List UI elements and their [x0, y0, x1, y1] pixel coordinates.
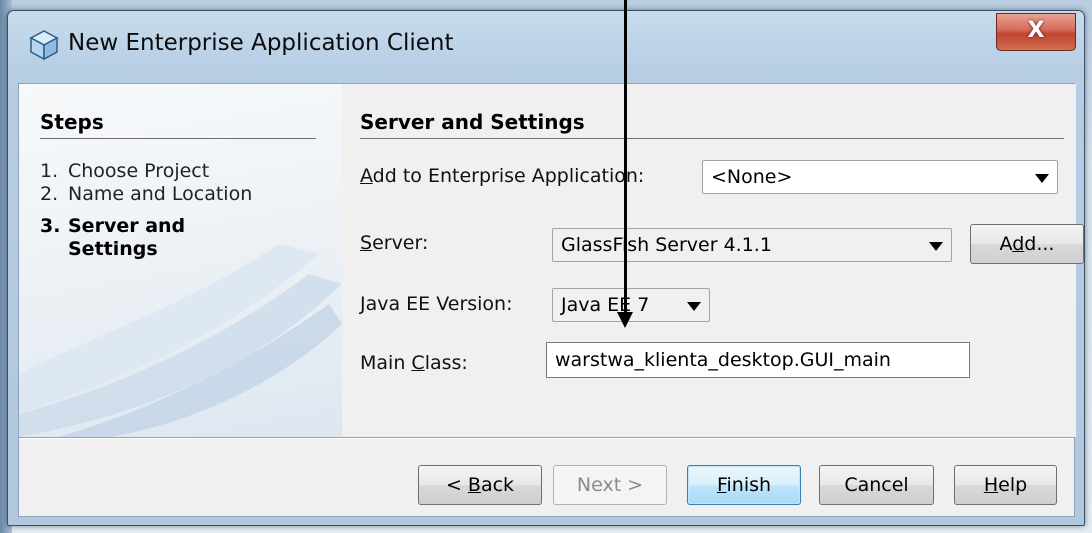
button-text: d... — [1024, 233, 1055, 255]
button-text: A — [999, 233, 1013, 255]
steps-panel: Steps 1. Choose Project 2. Name and Locati… — [19, 84, 342, 437]
back-button[interactable]: < Back — [418, 465, 542, 505]
close-icon: X — [1027, 18, 1045, 43]
add-server-button[interactable]: Add... — [970, 224, 1084, 264]
button-text: elp — [998, 474, 1028, 496]
button-text: Cancel — [844, 474, 909, 496]
label-text: dd to Enterprise Application: — [372, 165, 645, 187]
step-number: 2. — [40, 183, 59, 205]
mnemonic: F — [716, 474, 727, 496]
step-item-server-and-settings: 3. Server and Settings — [40, 215, 185, 261]
dropdown-arrow-icon — [687, 302, 701, 311]
section-heading: Server and Settings — [360, 110, 585, 134]
finish-button[interactable]: Finish — [687, 465, 801, 505]
mnemonic: H — [983, 474, 999, 496]
section-divider — [360, 138, 1064, 139]
step-label-line2: Settings — [68, 238, 158, 260]
enterprise-application-select[interactable]: <None> — [702, 160, 1058, 194]
step-label: Server and Settings — [68, 215, 185, 261]
step-number: 3. — [40, 215, 61, 237]
main-class-label: Main Class: — [360, 352, 468, 374]
mnemonic: C — [411, 352, 425, 374]
annotation-arrow-line — [624, 0, 627, 315]
close-button[interactable]: X — [996, 13, 1076, 51]
dialog-content: Steps 1. Choose Project 2. Name and Locati… — [18, 83, 1084, 517]
java-ee-version-label: Java EE Version: — [360, 293, 513, 315]
step-item-name-and-location: 2. Name and Location — [40, 183, 252, 206]
server-label: Server: — [360, 232, 428, 254]
label-text: Main — [360, 352, 412, 374]
button-text: inish — [726, 474, 772, 496]
enterprise-application-label: Add to Enterprise Application: — [360, 165, 644, 187]
settings-panel: Server and Settings Add to Enterprise Ap… — [342, 84, 1084, 437]
steps-heading: Steps — [40, 110, 104, 134]
select-value: <None> — [711, 166, 793, 188]
window-title: New Enterprise Application Client — [68, 30, 454, 56]
select-value: GlassFish Server 4.1.1 — [561, 234, 772, 256]
annotation-arrow-head-icon — [617, 312, 633, 328]
cancel-button[interactable]: Cancel — [819, 465, 934, 505]
footer-divider-highlight — [19, 438, 1074, 439]
step-label: Choose Project — [68, 160, 210, 182]
mnemonic: B — [467, 474, 481, 496]
label-text: erver: — [372, 232, 429, 254]
next-button[interactable]: Next > — [553, 465, 667, 505]
steps-divider — [40, 138, 316, 139]
mnemonic: S — [360, 232, 373, 254]
server-select[interactable]: GlassFish Server 4.1.1 — [552, 228, 952, 262]
step-label: Name and Location — [68, 183, 253, 205]
dropdown-arrow-icon — [1035, 174, 1049, 183]
mnemonic: A — [360, 165, 373, 187]
label-text: lass: — [424, 352, 468, 374]
select-value: Java EE 7 — [561, 294, 650, 316]
help-button[interactable]: Help — [954, 465, 1057, 505]
application-client-icon — [29, 30, 59, 61]
step-item-choose-project: 1. Choose Project — [40, 160, 209, 183]
main-class-input[interactable]: warstwa_klienta_desktop.GUI_main — [546, 342, 970, 378]
button-text: ack — [480, 474, 515, 496]
step-number: 1. — [40, 160, 59, 182]
dialog-window: New Enterprise Application Client X Step… — [7, 10, 1085, 526]
mnemonic: d — [1012, 233, 1025, 255]
step-label-line1: Server and — [68, 215, 186, 237]
label-text: ava EE Version: — [365, 293, 513, 315]
dropdown-arrow-icon — [929, 242, 943, 251]
button-text: < — [445, 474, 468, 496]
title-bar[interactable]: New Enterprise Application Client X — [8, 11, 1084, 81]
button-text: Next > — [576, 474, 644, 496]
